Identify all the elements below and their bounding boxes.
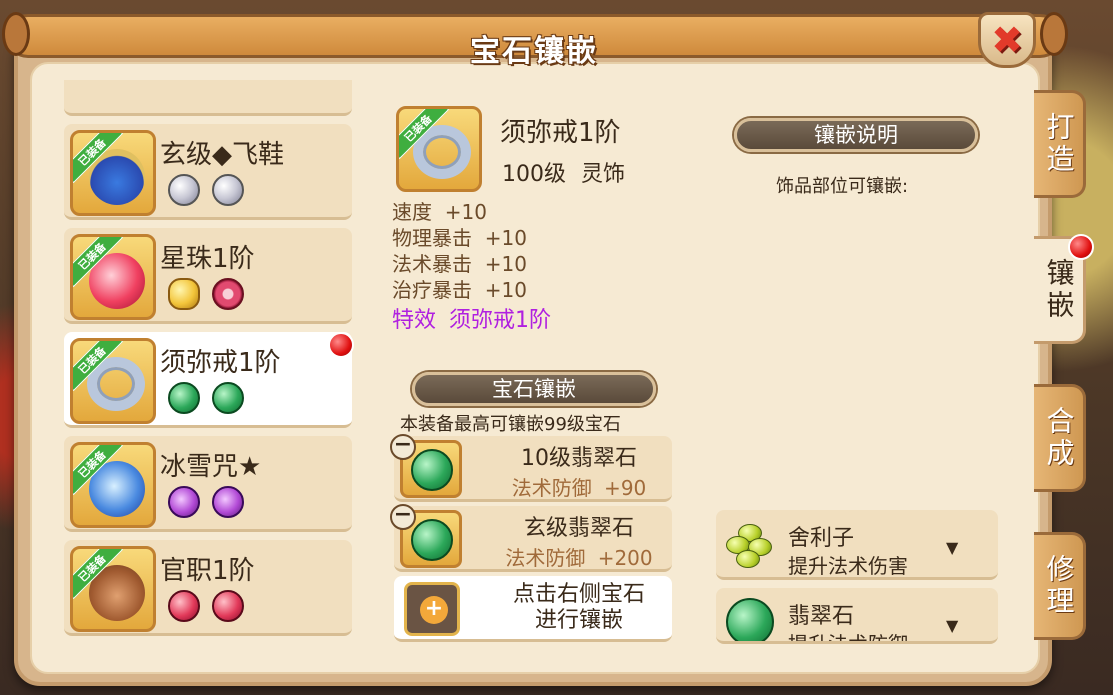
star-orb-icon: 已装备 <box>70 234 156 320</box>
gem-slot[interactable]: − 10级翡翠石 法术防御 +90 <box>390 434 672 502</box>
stat-label: 法术暴击 <box>392 252 472 276</box>
equipment-item-star-orb[interactable]: 已装备 星珠1阶 <box>64 228 352 324</box>
gem-attribute: 法术防御 +90 <box>511 476 647 500</box>
stat-value: +10 <box>444 200 487 224</box>
stat-row: 速度 +10 <box>392 196 487 225</box>
red-ring-gem-icon <box>212 278 244 310</box>
tab-repair[interactable]: 修理 <box>1034 532 1086 640</box>
stat-value: +10 <box>484 252 527 276</box>
gem-option-emerald[interactable]: 翡翠石 提升法术防御 ▼ <box>716 588 998 644</box>
selected-item-icon: 已装备 <box>396 106 482 192</box>
gem-option-sarira[interactable]: 舍利子 提升法术伤害 ▼ <box>716 510 998 580</box>
alert-dot-icon <box>328 332 354 358</box>
equipment-item-ice-spell[interactable]: 已装备 冰雪咒★ <box>64 436 352 532</box>
gem-name: 玄级翡翠石 <box>523 516 634 541</box>
ring-icon: 已装备 <box>70 338 156 424</box>
stat-value: +10 <box>484 278 527 302</box>
red-gem-icon <box>212 590 244 622</box>
inlay-explain-banner: 镶嵌说明 <box>734 118 978 152</box>
item-name: 官职1阶 <box>160 556 255 586</box>
add-gem-instruction: 点击右侧宝石 进行镶嵌 <box>494 582 664 634</box>
gem-option-desc: 提升法术防御 <box>788 632 908 644</box>
gem-level-hint: 本装备最高可镶嵌99级宝石 <box>400 414 621 435</box>
equipment-list[interactable]: 已装备 玄级◆飞鞋 已装备 星珠1阶 已装备 须弥戒1阶 已装备 冰雪咒★ 已装… <box>60 80 360 650</box>
emerald-gem-icon <box>726 598 774 641</box>
gem-option-name: 舍利子 <box>788 526 855 551</box>
selected-item-level-type: 100级 灵饰 <box>502 162 625 187</box>
item-name: 须弥戒1阶 <box>160 348 281 378</box>
gem-attribute: 法术防御 +200 <box>505 546 653 570</box>
gem-option-desc: 提升法术伤害 <box>788 554 908 578</box>
item-name: 玄级◆飞鞋 <box>160 140 284 170</box>
gem-inlay-banner: 宝石镶嵌 <box>412 372 656 406</box>
gem-slot[interactable]: − 玄级翡翠石 法术防御 +200 <box>390 504 672 572</box>
remove-gem-button[interactable]: − <box>390 504 416 530</box>
stat-label: 物理暴击 <box>392 226 472 250</box>
add-gem-icon: + <box>404 582 460 636</box>
stat-value: +10 <box>484 226 527 250</box>
empty-gem-slot[interactable]: + 点击右侧宝石 进行镶嵌 <box>394 576 672 642</box>
green-gem-icon <box>212 382 244 414</box>
diamond-gem-icon <box>168 174 200 206</box>
stat-row: 物理暴击 +10 <box>392 222 527 251</box>
purple-gem-icon <box>212 486 244 518</box>
red-gem-icon <box>168 590 200 622</box>
stat-row: 治疗暴击 +10 <box>392 274 527 303</box>
gem-name: 10级翡翠石 <box>521 446 637 471</box>
equipment-item-boots[interactable]: 已装备 玄级◆飞鞋 <box>64 124 352 220</box>
boots-icon: 已装备 <box>70 130 156 216</box>
stat-row: 法术暴击 +10 <box>392 248 527 277</box>
window-title: 宝石镶嵌 <box>470 34 598 69</box>
dropdown-arrow-icon: ▼ <box>946 538 959 557</box>
tab-forge[interactable]: 打造 <box>1034 90 1086 198</box>
gold-gem-icon <box>168 278 200 310</box>
item-name: 冰雪咒★ <box>160 452 262 482</box>
green-gem-icon <box>168 382 200 414</box>
close-icon: ✖ <box>991 18 1023 62</box>
stat-label: 速度 <box>392 200 432 224</box>
stat-label: 治疗暴击 <box>392 278 472 302</box>
diamond-gem-icon <box>212 174 244 206</box>
inlay-explain-note: 饰品部位可镶嵌: <box>776 176 909 197</box>
tab-compose[interactable]: 合成 <box>1034 384 1086 492</box>
equipment-item-official-rank[interactable]: 已装备 官职1阶 <box>64 540 352 636</box>
sarira-gem-icon <box>724 520 780 570</box>
purple-gem-icon <box>168 486 200 518</box>
instruction-line: 进行镶嵌 <box>534 608 623 633</box>
item-name: 星珠1阶 <box>160 244 255 274</box>
gem-option-name: 翡翠石 <box>788 604 855 629</box>
ice-spell-icon: 已装备 <box>70 442 156 528</box>
dropdown-arrow-icon: ▼ <box>946 616 959 635</box>
remove-gem-button[interactable]: − <box>390 434 416 460</box>
selected-item-name: 须弥戒1阶 <box>500 118 621 148</box>
list-item-partial <box>64 80 352 116</box>
close-button[interactable]: ✖ <box>978 12 1036 68</box>
instruction-line: 点击右侧宝石 <box>512 582 645 607</box>
special-effect: 特效 须弥戒1阶 <box>392 308 551 333</box>
alert-dot-icon <box>1068 234 1094 260</box>
official-rank-icon: 已装备 <box>70 546 156 632</box>
equipment-item-ring[interactable]: 已装备 须弥戒1阶 <box>64 332 352 428</box>
